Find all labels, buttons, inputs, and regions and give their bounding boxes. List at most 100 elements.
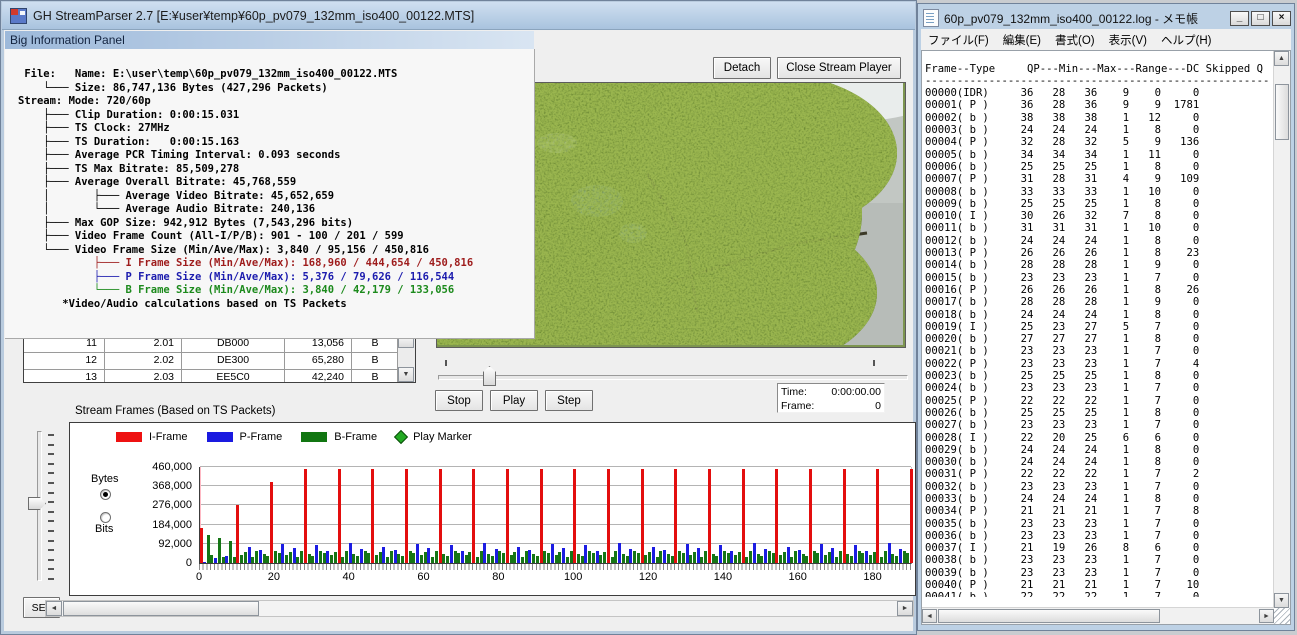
- bar-b-frame: [700, 557, 703, 563]
- bar-b-frame: [390, 551, 393, 564]
- bar-i-frame: [200, 528, 203, 564]
- scroll-up-icon[interactable]: ▲: [1274, 51, 1289, 66]
- bar-b-frame: [278, 553, 281, 563]
- bar-b-frame: [577, 554, 580, 563]
- bar-p-frame: [730, 551, 733, 564]
- bar-p-frame: [450, 545, 453, 563]
- seek-slider-thumb[interactable]: [483, 366, 496, 386]
- bar-p-frame: [899, 549, 902, 563]
- bar-b-frame: [727, 553, 730, 563]
- table-row[interactable]: 122.02DE30065,280B: [24, 353, 415, 370]
- scroll-down-icon[interactable]: ▼: [398, 367, 414, 382]
- bar-b-frame: [446, 556, 449, 563]
- zoom-slider-tick: [48, 492, 54, 494]
- bar-i-frame: [910, 469, 913, 563]
- packet-table[interactable]: 112.01DB00013,056B122.02DE30065,280B132.…: [23, 335, 416, 383]
- legend-item: Play Marker: [396, 431, 472, 443]
- bits-radio-label: Bits: [95, 523, 113, 535]
- menu-item-3[interactable]: 表示(V): [1102, 32, 1154, 48]
- notepad-vertical-scrollbar[interactable]: ▲ ▼: [1273, 51, 1290, 608]
- packet-table-scrollbar[interactable]: ▼: [397, 336, 415, 382]
- bytes-radio[interactable]: [100, 489, 111, 500]
- bar-b-frame: [734, 555, 737, 563]
- close-button[interactable]: ×: [1272, 11, 1291, 26]
- bar-b-frame: [813, 551, 816, 563]
- title-bar[interactable]: GH StreamParser 2.7 [E:¥user¥temp¥60p_pv…: [2, 2, 915, 30]
- bits-radio[interactable]: [100, 512, 111, 523]
- big-information-panel-header[interactable]: Big Information Panel: [5, 31, 534, 49]
- bar-b-frame: [667, 554, 670, 563]
- bar-p-frame: [315, 545, 318, 563]
- menu-item-4[interactable]: ヘルプ(H): [1154, 32, 1218, 48]
- bar-b-frame: [633, 551, 636, 563]
- bar-b-frame: [805, 556, 808, 563]
- bar-b-frame: [693, 552, 696, 563]
- chart-horizontal-scrollbar[interactable]: ◄ ►: [45, 600, 914, 617]
- notepad-text-area[interactable]: Frame--Type QP---Min---Max---Range---DC …: [921, 50, 1291, 625]
- notepad-horizontal-scrollbar[interactable]: ◄ ►: [922, 607, 1274, 624]
- bar-b-frame: [723, 551, 726, 563]
- scroll-right-icon[interactable]: ►: [1259, 609, 1274, 623]
- play-button[interactable]: Play: [490, 390, 538, 411]
- bar-p-frame: [584, 545, 587, 563]
- bar-b-frame: [802, 554, 805, 563]
- log-text[interactable]: Frame--Type QP---Min---Max---Range---DC …: [925, 63, 1273, 598]
- bar-p-frame: [663, 550, 666, 563]
- y-tick-label: 276,000: [130, 499, 192, 511]
- scroll-thumb[interactable]: [63, 601, 259, 616]
- bar-b-frame: [311, 556, 314, 563]
- close-stream-player-button[interactable]: Close Stream Player: [777, 57, 901, 79]
- x-tick-label: 40: [335, 571, 363, 583]
- bar-b-frame: [532, 554, 535, 563]
- bar-b-frame: [611, 557, 614, 563]
- stop-button[interactable]: Stop: [435, 390, 483, 411]
- bar-p-frame: [719, 545, 722, 563]
- bar-b-frame: [525, 551, 528, 564]
- bar-p-frame: [394, 550, 397, 563]
- scroll-right-icon[interactable]: ►: [897, 601, 913, 616]
- minimize-button[interactable]: _: [1230, 11, 1249, 26]
- bar-i-frame: [236, 505, 239, 563]
- step-button[interactable]: Step: [545, 390, 593, 411]
- maximize-button[interactable]: □: [1251, 11, 1270, 26]
- notepad-title-bar[interactable]: 60p_pv079_132mm_iso400_00122.log - メモ帳 _…: [921, 7, 1291, 29]
- zoom-slider-thumb[interactable]: [28, 497, 46, 510]
- menu-item-2[interactable]: 書式(O): [1048, 32, 1102, 48]
- bar-b-frame: [861, 553, 864, 563]
- scroll-thumb[interactable]: [1275, 84, 1289, 140]
- bar-b-frame: [244, 552, 247, 563]
- stream-info-line: File: Name: E:\user\temp\60p_pv079_132mm…: [18, 68, 534, 82]
- bar-p-frame: [652, 547, 655, 563]
- menu-item-0[interactable]: ファイル(F): [921, 32, 996, 48]
- resize-grip[interactable]: [1274, 608, 1290, 624]
- bar-b-frame: [588, 551, 591, 563]
- bar-i-frame: [304, 469, 307, 563]
- bar-b-frame: [779, 555, 782, 563]
- scroll-down-icon[interactable]: ▼: [1274, 593, 1289, 608]
- bar-p-frame: [349, 543, 352, 563]
- notepad-icon: [923, 9, 939, 27]
- scroll-left-icon[interactable]: ◄: [922, 609, 937, 623]
- legend-label: I-Frame: [149, 431, 188, 443]
- scroll-left-icon[interactable]: ◄: [46, 601, 62, 616]
- bar-p-frame: [360, 549, 363, 563]
- detach-button[interactable]: Detach: [713, 57, 771, 79]
- notepad-title: 60p_pv079_132mm_iso400_00122.log - メモ帳: [944, 10, 1228, 27]
- x-tick-label: 20: [260, 571, 288, 583]
- bar-b-frame: [457, 553, 460, 563]
- bar-b-frame: [491, 556, 494, 563]
- menu-item-1[interactable]: 編集(E): [996, 32, 1048, 48]
- bar-i-frame: [506, 469, 509, 563]
- bar-p-frame: [203, 562, 206, 563]
- table-row[interactable]: 132.03EE5C042,240B: [24, 370, 415, 383]
- bar-b-frame: [222, 557, 225, 563]
- bar-i-frame: [843, 469, 846, 563]
- bar-b-frame: [659, 551, 662, 564]
- bar-p-frame: [686, 544, 689, 563]
- seek-slider-track[interactable]: [438, 375, 908, 380]
- bar-b-frame: [289, 552, 292, 563]
- bar-b-frame: [626, 556, 629, 563]
- scroll-thumb[interactable]: [938, 609, 1160, 623]
- bar-b-frame: [704, 551, 707, 564]
- table-cell: B: [352, 370, 399, 383]
